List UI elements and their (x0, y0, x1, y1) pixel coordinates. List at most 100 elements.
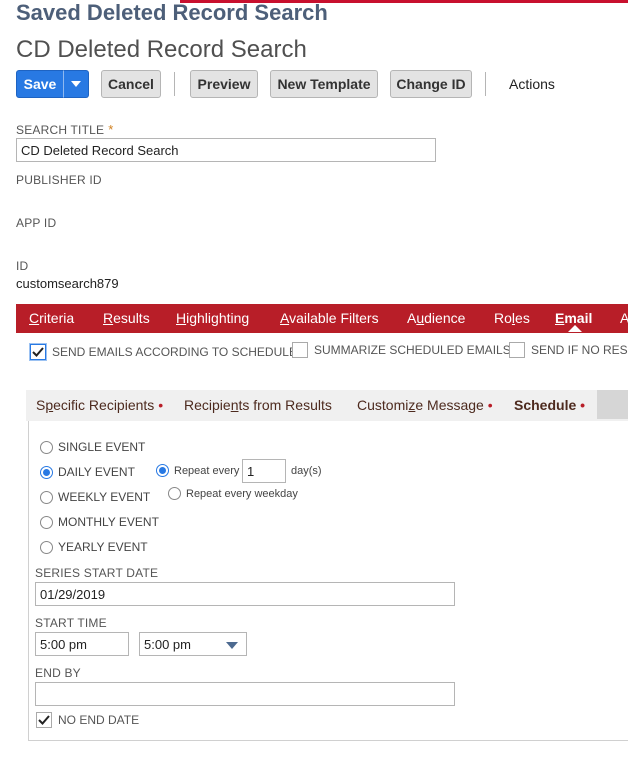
chevron-down-icon (226, 642, 238, 649)
end-by-label: END BY (35, 666, 81, 680)
tab-available-filters-accesskey: A (280, 310, 290, 326)
summarize-emails-option[interactable]: SUMMARIZE SCHEDULED EMAILS (292, 342, 511, 358)
tab-overflow[interactable]: A (620, 304, 628, 333)
search-title-label-text: SEARCH TITLE (16, 123, 105, 137)
tab-highlighting-label: ighlighting (186, 310, 250, 326)
subtab-recipients-from-results-pre: Recipie (184, 397, 231, 413)
id-value: customsearch879 (16, 276, 119, 291)
tab-criteria-accesskey: C (29, 310, 40, 326)
cancel-button[interactable]: Cancel (101, 70, 161, 98)
start-time-select[interactable]: 5:00 pm (139, 632, 247, 656)
series-start-date-input[interactable]: 01/29/2019 (35, 582, 455, 606)
weekly-event-radio[interactable] (40, 490, 53, 504)
start-time-input[interactable]: 5:00 pm (35, 632, 129, 656)
days-unit-label: day(s) (291, 465, 322, 477)
publisher-id-label: PUBLISHER ID (16, 173, 102, 187)
single-event-option[interactable]: SINGLE EVENT (40, 440, 145, 454)
main-tab-bar: Criteria Results Highlighting Available … (16, 304, 628, 333)
daily-event-option[interactable]: DAILY EVENT (40, 465, 135, 479)
preview-button[interactable]: Preview (190, 70, 258, 98)
monthly-event-label: MONTHLY EVENT (58, 515, 159, 529)
repeat-every-radio[interactable] (156, 464, 169, 477)
subtab-specific-recipients-pre: S (36, 397, 46, 413)
send-if-no-results-option[interactable]: SEND IF NO RESU (509, 342, 628, 358)
daily-event-radio[interactable] (40, 465, 53, 479)
tab-highlighting-accesskey: H (176, 310, 187, 326)
send-if-no-results-checkbox[interactable] (509, 342, 525, 358)
change-id-button[interactable]: Change ID (390, 70, 472, 98)
monthly-event-radio[interactable] (40, 515, 53, 529)
yearly-event-radio[interactable] (40, 540, 53, 554)
repeat-every-option[interactable]: Repeat every (156, 464, 239, 477)
subtab-dot: • (158, 397, 164, 413)
app-id-label: APP ID (16, 216, 57, 230)
send-emails-schedule-label: SEND EMAILS ACCORDING TO SCHEDULE (52, 345, 297, 359)
subtab-recipients-from-results[interactable]: Recipients from Results (184, 390, 332, 421)
start-time-select-value: 5:00 pm (144, 636, 191, 652)
single-event-label: SINGLE EVENT (58, 440, 146, 454)
days-unit-label-wrap: day(s) (291, 465, 322, 477)
repeat-weekday-label: Repeat every weekday (186, 487, 298, 500)
tab-audience-pre: A (407, 310, 417, 326)
tab-email-label: mail (564, 310, 593, 326)
single-event-radio[interactable] (40, 440, 53, 454)
subtab-dot: • (580, 397, 586, 413)
tab-results[interactable]: Results (103, 304, 150, 333)
subtab-bar-end (597, 390, 628, 419)
no-end-date-option[interactable]: NO END DATE (36, 712, 139, 728)
weekly-event-option[interactable]: WEEKLY EVENT (40, 490, 150, 504)
tab-results-accesskey: R (103, 310, 114, 326)
id-label: ID (16, 259, 29, 273)
tab-audience-accesskey: u (416, 310, 425, 326)
tab-overflow-label: A (620, 310, 628, 326)
yearly-event-label: YEARLY EVENT (58, 540, 148, 554)
subtab-recipients-from-results-label: ts from Results (238, 397, 332, 413)
series-start-label: SERIES START DATE (35, 566, 159, 580)
toolbar-divider (174, 72, 175, 96)
yearly-event-option[interactable]: YEARLY EVENT (40, 540, 148, 554)
page-type-heading: Saved Deleted Record Search (16, 0, 328, 25)
tab-criteria[interactable]: Criteria (29, 304, 74, 333)
repeat-weekday-option[interactable]: Repeat every weekday (168, 487, 298, 500)
summarize-emails-checkbox[interactable] (292, 342, 308, 358)
tab-available-filters[interactable]: Available Filters (280, 304, 379, 333)
subtab-specific-recipients-accesskey: p (45, 397, 54, 413)
subtab-customize-message[interactable]: Customize Message • (357, 390, 493, 421)
monthly-event-option[interactable]: MONTHLY EVENT (40, 515, 159, 529)
save-dropdown-button[interactable] (63, 70, 89, 98)
tab-audience-label: dience (424, 310, 466, 326)
no-end-date-label: NO END DATE (58, 713, 140, 727)
subtab-specific-recipients-label: ecific Recipients (53, 397, 155, 413)
tab-roles[interactable]: Roles (494, 304, 530, 333)
actions-menu[interactable]: Actions (509, 76, 555, 92)
new-template-button[interactable]: New Template (270, 70, 378, 98)
checkmark-icon (38, 715, 50, 725)
send-emails-schedule-option[interactable]: SEND EMAILS ACCORDING TO SCHEDULE (30, 344, 297, 360)
email-subtab-bar: Specific Recipients • Recipients from Re… (26, 390, 628, 421)
required-marker: * (108, 122, 114, 137)
tab-roles-pre: Ro (494, 310, 512, 326)
repeat-days-input[interactable]: 1 (242, 459, 286, 483)
search-title-input[interactable]: CD Deleted Record Search (16, 138, 436, 162)
start-time-label: START TIME (35, 616, 107, 630)
tab-audience[interactable]: Audience (407, 304, 465, 333)
subtab-schedule[interactable]: Schedule • (514, 390, 585, 421)
tab-available-filters-label: vailable Filters (289, 310, 379, 326)
tab-highlighting[interactable]: Highlighting (176, 304, 249, 333)
checkmark-icon (32, 347, 44, 357)
no-end-date-checkbox[interactable] (36, 712, 52, 728)
tab-roles-label: es (515, 310, 530, 326)
subtab-dot: • (487, 397, 493, 413)
active-tab-caret (568, 325, 582, 332)
chevron-down-icon (71, 81, 81, 87)
page-title: CD Deleted Record Search (16, 36, 307, 63)
subtab-customize-message-pre: Customi (357, 397, 409, 413)
repeat-weekday-radio[interactable] (168, 487, 181, 500)
save-button[interactable]: Save (16, 70, 64, 98)
tab-email-accesskey: E (555, 310, 565, 326)
end-by-input[interactable] (35, 682, 455, 706)
tab-criteria-label: riteria (39, 310, 75, 326)
subtab-specific-recipients[interactable]: Specific Recipients • (36, 390, 163, 421)
send-emails-schedule-checkbox[interactable] (30, 344, 46, 360)
tab-results-label: esults (113, 310, 150, 326)
